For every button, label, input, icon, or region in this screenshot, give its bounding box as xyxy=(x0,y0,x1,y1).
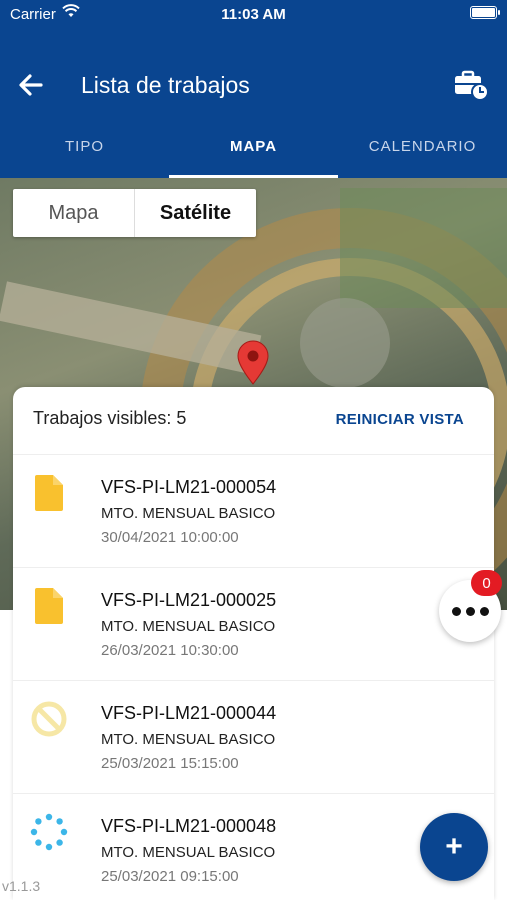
battery-icon xyxy=(470,6,500,19)
job-item[interactable]: VFS-PI-LM21-000054 MTO. MENSUAL BASICO 3… xyxy=(13,455,494,568)
job-description: MTO. MENSUAL BASICO xyxy=(101,844,276,861)
tab-mapa[interactable]: MAPA xyxy=(169,118,338,178)
job-item[interactable]: VFS-PI-LM21-000044 MTO. MENSUAL BASICO 2… xyxy=(13,681,494,794)
jobs-sheet: Trabajos visibles: 5 REINICIAR VISTA VFS… xyxy=(13,387,494,900)
notification-badge: 0 xyxy=(471,570,502,596)
page-title: Lista de trabajos xyxy=(81,72,250,98)
job-description: MTO. MENSUAL BASICO xyxy=(101,731,276,748)
app-bar: Lista de trabajos xyxy=(0,60,507,108)
in-progress-icon xyxy=(29,812,69,852)
job-code: VFS-PI-LM21-000054 xyxy=(101,477,277,497)
status-bar: Carrier 11:03 AM xyxy=(0,0,507,30)
document-icon xyxy=(29,473,69,513)
tab-tipo[interactable]: TIPO xyxy=(0,118,169,178)
more-dots-icon xyxy=(451,606,489,616)
job-code: VFS-PI-LM21-000025 xyxy=(101,590,277,610)
reset-view-button[interactable]: REINICIAR VISTA xyxy=(336,411,464,428)
back-button[interactable] xyxy=(14,68,48,102)
job-description: MTO. MENSUAL BASICO xyxy=(101,505,276,522)
map-pin-icon[interactable] xyxy=(236,340,270,386)
map-texture xyxy=(300,298,390,388)
job-date: 25/03/2021 15:15:00 xyxy=(101,755,239,772)
add-job-button[interactable]: + xyxy=(420,813,488,881)
job-date: 25/03/2021 09:15:00 xyxy=(101,868,239,885)
map-option[interactable]: Mapa xyxy=(13,189,134,237)
toolbox-clock-icon xyxy=(455,70,489,101)
map-texture xyxy=(340,188,507,308)
arrow-left-icon xyxy=(19,74,43,96)
job-date: 26/03/2021 10:30:00 xyxy=(101,642,239,659)
map-type-toggle: Mapa Satélite xyxy=(13,189,256,237)
visible-jobs-count: Trabajos visibles: 5 xyxy=(33,408,187,428)
app-version: v1.1.3 xyxy=(2,878,41,894)
satellite-option[interactable]: Satélite xyxy=(134,189,256,237)
top-bar: Carrier 11:03 AM Lista de trabajos TIPO … xyxy=(0,0,507,178)
job-date: 30/04/2021 10:00:00 xyxy=(101,529,239,546)
document-icon xyxy=(29,586,69,626)
job-code: VFS-PI-LM21-000048 xyxy=(101,816,277,836)
toolbox-clock-button[interactable] xyxy=(453,66,489,102)
job-code: VFS-PI-LM21-000044 xyxy=(101,703,277,723)
status-time: 11:03 AM xyxy=(221,6,286,23)
job-item[interactable]: VFS-PI-LM21-000025 MTO. MENSUAL BASICO 2… xyxy=(13,568,494,681)
sheet-header: Trabajos visibles: 5 REINICIAR VISTA xyxy=(13,387,494,455)
tab-calendario[interactable]: CALENDARIO xyxy=(338,118,507,178)
cancelled-icon xyxy=(29,699,69,739)
tab-bar: TIPO MAPA CALENDARIO xyxy=(0,118,507,178)
job-description: MTO. MENSUAL BASICO xyxy=(101,618,276,635)
